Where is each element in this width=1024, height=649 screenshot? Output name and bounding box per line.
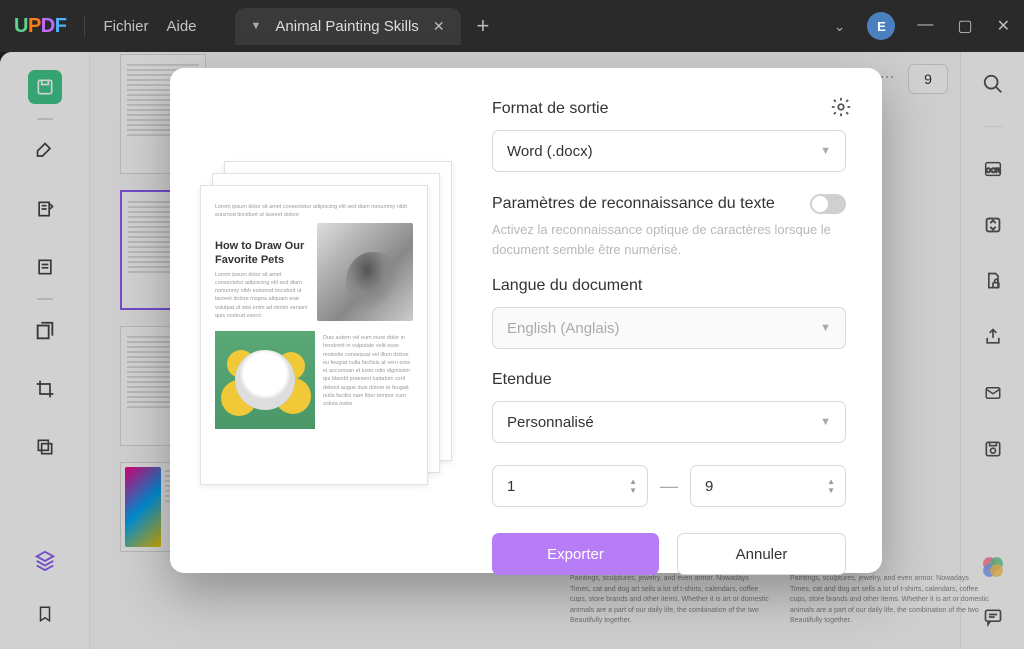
export-preview: Lorem ipsum dolor sit amet consectetur a… bbox=[170, 68, 482, 573]
extent-label: Etendue bbox=[492, 371, 846, 389]
app-logo: UPDF bbox=[14, 15, 66, 38]
cancel-button[interactable]: Annuler bbox=[677, 533, 846, 575]
preview-image-dog bbox=[317, 223, 413, 321]
output-format-label: Format de sortie bbox=[492, 100, 846, 118]
export-button[interactable]: Exporter bbox=[492, 533, 659, 575]
language-label: Langue du document bbox=[492, 277, 846, 295]
gear-icon[interactable] bbox=[830, 96, 852, 118]
recognition-hint: Activez la reconnaissance optique de car… bbox=[492, 220, 846, 259]
recognition-label: Paramètres de reconnaissance du texte bbox=[492, 195, 796, 213]
range-separator: — bbox=[660, 476, 678, 497]
step-down-icon[interactable]: ▼ bbox=[827, 487, 835, 495]
tab-title: Animal Painting Skills bbox=[275, 18, 418, 35]
step-up-icon[interactable]: ▲ bbox=[827, 478, 835, 486]
minimize-icon[interactable]: — bbox=[917, 16, 933, 36]
step-down-icon[interactable]: ▼ bbox=[629, 487, 637, 495]
extent-select[interactable]: Personnalisé ▼ bbox=[492, 401, 846, 443]
export-settings: Format de sortie Word (.docx) ▼ Paramètr… bbox=[482, 68, 882, 573]
recognition-toggle[interactable] bbox=[810, 194, 846, 214]
menu-help[interactable]: Aide bbox=[166, 18, 196, 35]
document-tab[interactable]: ▼ Animal Painting Skills ✕ bbox=[235, 8, 461, 45]
range-to-input[interactable]: 9 ▲▼ bbox=[690, 465, 846, 507]
tab-bar: ▼ Animal Painting Skills ✕ + bbox=[235, 8, 490, 45]
chevron-down-icon: ▼ bbox=[820, 416, 831, 428]
close-icon[interactable]: ✕ bbox=[433, 18, 445, 35]
step-up-icon[interactable]: ▲ bbox=[629, 478, 637, 486]
select-value: Word (.docx) bbox=[507, 143, 593, 160]
preview-heading: How to Draw Our Favorite Pets bbox=[215, 239, 309, 268]
dialog-buttons: Exporter Annuler bbox=[492, 533, 846, 575]
chevron-down-icon[interactable]: ⌄ bbox=[834, 18, 846, 35]
title-bar: UPDF Fichier Aide ▼ Animal Painting Skil… bbox=[0, 0, 1024, 52]
language-select[interactable]: English (Anglais) ▼ bbox=[492, 307, 846, 349]
chevron-down-icon: ▼ bbox=[820, 145, 831, 157]
chevron-down-icon: ▼ bbox=[820, 322, 831, 334]
user-avatar[interactable]: E bbox=[867, 12, 895, 40]
export-dialog: Lorem ipsum dolor sit amet consectetur a… bbox=[170, 68, 882, 573]
select-value: Personnalisé bbox=[507, 414, 594, 431]
select-value: English (Anglais) bbox=[507, 320, 620, 337]
input-value: 1 bbox=[507, 478, 515, 495]
maximize-icon[interactable]: ▢ bbox=[957, 16, 972, 36]
new-tab-button[interactable]: + bbox=[477, 13, 490, 39]
output-format-select[interactable]: Word (.docx) ▼ bbox=[492, 130, 846, 172]
chevron-down-icon[interactable]: ▼ bbox=[251, 20, 262, 32]
close-window-icon[interactable]: ✕ bbox=[997, 16, 1010, 36]
titlebar-right: ⌄ E — ▢ ✕ bbox=[834, 12, 1010, 40]
menu-file[interactable]: Fichier bbox=[103, 18, 148, 35]
separator bbox=[84, 15, 85, 37]
range-from-input[interactable]: 1 ▲▼ bbox=[492, 465, 648, 507]
preview-page-front: Lorem ipsum dolor sit amet consectetur a… bbox=[200, 185, 428, 485]
page-range-row: 1 ▲▼ — 9 ▲▼ bbox=[492, 465, 846, 507]
preview-image-flower bbox=[215, 331, 315, 429]
window-controls: — ▢ ✕ bbox=[917, 16, 1010, 36]
input-value: 9 bbox=[705, 478, 713, 495]
